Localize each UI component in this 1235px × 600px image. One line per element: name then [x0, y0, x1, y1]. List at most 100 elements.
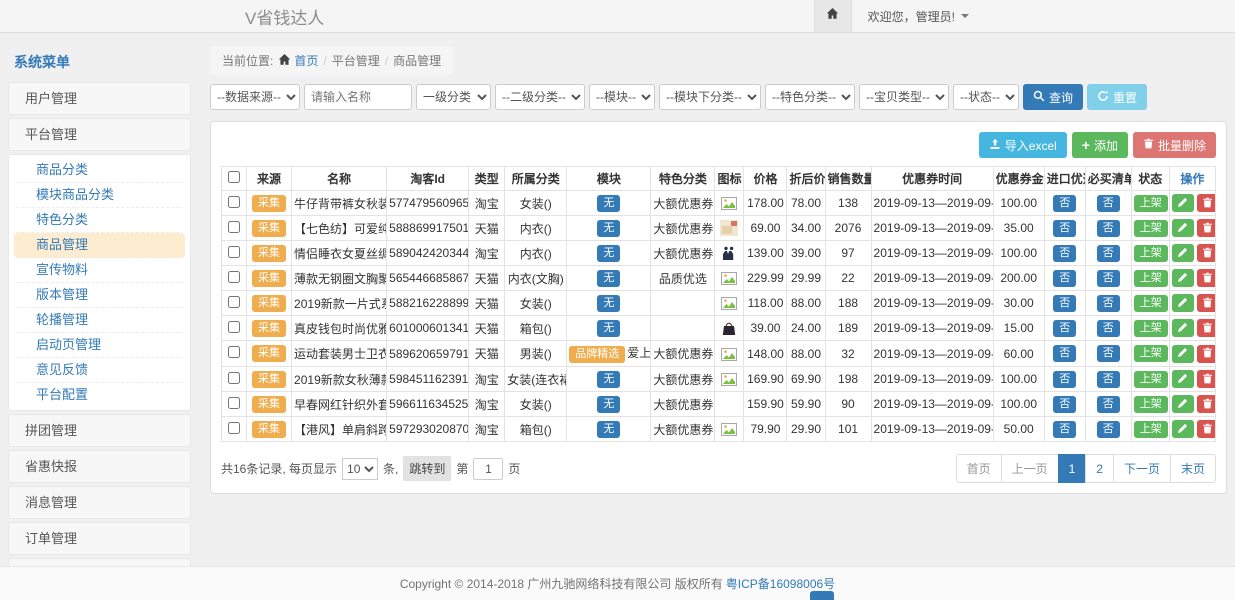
import-toggle-badge[interactable]: 否	[1053, 270, 1076, 287]
row-checkbox[interactable]	[228, 397, 240, 409]
page-button[interactable]: 1	[1058, 454, 1087, 483]
user-menu[interactable]: 欢迎您，管理员!	[852, 0, 985, 32]
must-buy-toggle-badge[interactable]: 否	[1097, 371, 1120, 388]
must-buy-toggle-badge[interactable]: 否	[1097, 421, 1120, 438]
status-badge[interactable]: 上架	[1134, 396, 1168, 413]
sidebar-group[interactable]: 平台管理	[8, 118, 191, 151]
edit-button[interactable]	[1172, 294, 1194, 312]
delete-button[interactable]	[1197, 294, 1216, 312]
bulk-delete-button[interactable]: 批量删除	[1133, 132, 1216, 158]
row-checkbox[interactable]	[228, 422, 240, 434]
item-type-select[interactable]: --宝贝类型--	[859, 84, 949, 110]
status-badge[interactable]: 上架	[1134, 345, 1168, 362]
status-badge[interactable]: 上架	[1134, 295, 1168, 312]
row-checkbox[interactable]	[228, 296, 240, 308]
must-buy-toggle-badge[interactable]: 否	[1097, 245, 1120, 262]
module-subcategory-select[interactable]: --模块下分类--	[659, 84, 761, 110]
sidebar-subitem[interactable]: 版本管理	[14, 283, 185, 308]
edit-button[interactable]	[1172, 345, 1194, 363]
level2-category-select[interactable]: --二级分类--	[495, 84, 585, 110]
delete-button[interactable]	[1197, 395, 1216, 413]
edit-button[interactable]	[1172, 420, 1194, 438]
edit-button[interactable]	[1172, 269, 1194, 287]
sidebar-subitem[interactable]: 轮播管理	[14, 308, 185, 333]
page-button[interactable]: 末页	[1170, 454, 1216, 483]
sidebar-subitem[interactable]: 宣传物料	[14, 258, 185, 283]
icp-link[interactable]: 粤ICP备16098006号	[726, 575, 835, 592]
back-to-top-button[interactable]	[810, 591, 834, 600]
delete-button[interactable]	[1197, 219, 1216, 237]
row-checkbox[interactable]	[228, 196, 240, 208]
must-buy-toggle-badge[interactable]: 否	[1097, 295, 1120, 312]
delete-button[interactable]	[1197, 345, 1216, 363]
page-button[interactable]: 2	[1085, 454, 1114, 483]
status-badge[interactable]: 上架	[1134, 245, 1168, 262]
status-badge[interactable]: 上架	[1134, 220, 1168, 237]
delete-button[interactable]	[1197, 194, 1216, 212]
must-buy-toggle-badge[interactable]: 否	[1097, 320, 1120, 337]
page-button[interactable]: 首页	[956, 454, 1002, 483]
search-button[interactable]: 查询	[1023, 84, 1083, 110]
sidebar-subitem[interactable]: 商品分类	[14, 158, 185, 183]
sidebar-subitem[interactable]: 特色分类	[14, 208, 185, 233]
import-toggle-badge[interactable]: 否	[1053, 345, 1076, 362]
home-button[interactable]	[814, 0, 852, 32]
row-checkbox[interactable]	[228, 221, 240, 233]
page-jump-input[interactable]	[473, 458, 503, 480]
delete-button[interactable]	[1197, 244, 1216, 262]
sidebar-subitem[interactable]: 商品管理	[14, 233, 185, 258]
delete-button[interactable]	[1197, 370, 1216, 388]
sidebar-subitem[interactable]: 启动页管理	[14, 333, 185, 358]
row-checkbox[interactable]	[228, 321, 240, 333]
import-toggle-badge[interactable]: 否	[1053, 220, 1076, 237]
import-toggle-badge[interactable]: 否	[1053, 195, 1076, 212]
edit-button[interactable]	[1172, 219, 1194, 237]
delete-button[interactable]	[1197, 319, 1216, 337]
add-button[interactable]: + 添加	[1072, 132, 1128, 158]
edit-button[interactable]	[1172, 395, 1194, 413]
breadcrumb-home-link[interactable]: 首页	[278, 52, 318, 69]
edit-button[interactable]	[1172, 319, 1194, 337]
level1-category-select[interactable]: 一级分类	[416, 84, 491, 110]
status-badge[interactable]: 上架	[1134, 270, 1168, 287]
edit-button[interactable]	[1172, 244, 1194, 262]
select-all-checkbox[interactable]	[228, 171, 240, 183]
sidebar-group[interactable]: 拼团管理	[8, 414, 191, 447]
feature-category-select[interactable]: --特色分类--	[765, 84, 855, 110]
sidebar-subitem[interactable]: 模块商品分类	[14, 183, 185, 208]
import-toggle-badge[interactable]: 否	[1053, 396, 1076, 413]
module-select[interactable]: --模块--	[589, 84, 655, 110]
row-checkbox[interactable]	[228, 372, 240, 384]
sidebar-group[interactable]: 用户管理	[8, 82, 191, 115]
must-buy-toggle-badge[interactable]: 否	[1097, 220, 1120, 237]
page-button[interactable]: 下一页	[1113, 454, 1171, 483]
row-checkbox[interactable]	[228, 246, 240, 258]
reset-button[interactable]: 重置	[1087, 84, 1147, 110]
status-select[interactable]: --状态--	[953, 84, 1019, 110]
import-toggle-badge[interactable]: 否	[1053, 421, 1076, 438]
status-badge[interactable]: 上架	[1134, 320, 1168, 337]
edit-button[interactable]	[1172, 370, 1194, 388]
must-buy-toggle-badge[interactable]: 否	[1097, 270, 1120, 287]
status-badge[interactable]: 上架	[1134, 195, 1168, 212]
sidebar-subitem[interactable]: 意见反馈	[14, 358, 185, 383]
sidebar-subitem[interactable]: 平台配置	[14, 383, 185, 407]
import-toggle-badge[interactable]: 否	[1053, 320, 1076, 337]
import-toggle-badge[interactable]: 否	[1053, 295, 1076, 312]
delete-button[interactable]	[1197, 420, 1216, 438]
page-button[interactable]: 上一页	[1001, 454, 1059, 483]
import-toggle-badge[interactable]: 否	[1053, 371, 1076, 388]
sidebar-group[interactable]: 消息管理	[8, 486, 191, 519]
row-checkbox[interactable]	[228, 271, 240, 283]
sidebar-group[interactable]: 省惠快报	[8, 450, 191, 483]
data-source-select[interactable]: --数据来源--	[210, 84, 300, 110]
must-buy-toggle-badge[interactable]: 否	[1097, 195, 1120, 212]
name-search-input[interactable]	[304, 84, 412, 110]
status-badge[interactable]: 上架	[1134, 421, 1168, 438]
status-badge[interactable]: 上架	[1134, 371, 1168, 388]
must-buy-toggle-badge[interactable]: 否	[1097, 396, 1120, 413]
import-excel-button[interactable]: 导入excel	[979, 132, 1067, 158]
row-checkbox[interactable]	[228, 346, 240, 358]
delete-button[interactable]	[1197, 269, 1216, 287]
edit-button[interactable]	[1172, 194, 1194, 212]
